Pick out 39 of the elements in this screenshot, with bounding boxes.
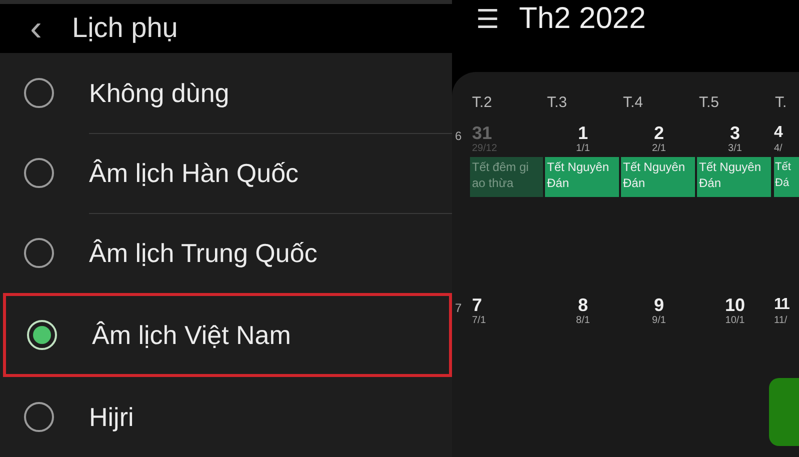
weekday-label: T.5 [698, 93, 720, 113]
weekday-label: T.3 [546, 93, 568, 113]
radio-selected-icon [27, 320, 57, 350]
radio-icon [24, 402, 54, 432]
radio-icon [24, 158, 54, 188]
lunar-date: 1/1 [576, 142, 590, 154]
lunar-date: 10/1 [725, 314, 745, 326]
lunar-date: 29/12 [472, 142, 498, 154]
day-number[interactable]: 11 [774, 294, 789, 314]
week-number: 7 [454, 300, 463, 316]
lunar-date: 11/ [774, 314, 788, 326]
lunar-date: 7/1 [472, 314, 486, 326]
week-number: 6 [454, 128, 463, 144]
day-number[interactable]: 8 [578, 294, 588, 314]
lunar-date: 2/1 [652, 142, 666, 154]
day-number[interactable]: 7 [472, 294, 482, 314]
calendar-option[interactable]: Hijri [0, 377, 452, 457]
calendar-option[interactable]: Âm lịch Việt Nam [3, 293, 452, 377]
weekday-label: T.4 [622, 93, 644, 113]
lunar-date: 3/1 [728, 142, 742, 154]
weekday-label: T. [774, 93, 788, 113]
day-number[interactable]: 10 [724, 294, 746, 314]
radio-icon [24, 78, 54, 108]
day-number[interactable]: 2 [654, 122, 664, 142]
menu-icon[interactable]: ☰ [476, 4, 499, 34]
day-number[interactable]: 1 [578, 122, 588, 142]
add-button[interactable] [769, 378, 799, 446]
weekday-label: T.2 [471, 93, 494, 113]
day-number[interactable]: 3 [730, 122, 740, 142]
back-icon[interactable]: ‹ [16, 10, 56, 46]
radio-icon [24, 238, 54, 268]
calendar-option[interactable]: Không dùng [0, 53, 452, 133]
day-number[interactable]: 9 [654, 294, 664, 314]
month-title: Th2 2022 [519, 4, 646, 34]
lunar-date: 8/1 [576, 314, 590, 326]
lunar-date: 9/1 [652, 314, 666, 326]
lunar-date: 4/ [774, 142, 782, 154]
day-number[interactable]: 4 [774, 122, 782, 142]
page-title: Lịch phụ [72, 11, 178, 46]
